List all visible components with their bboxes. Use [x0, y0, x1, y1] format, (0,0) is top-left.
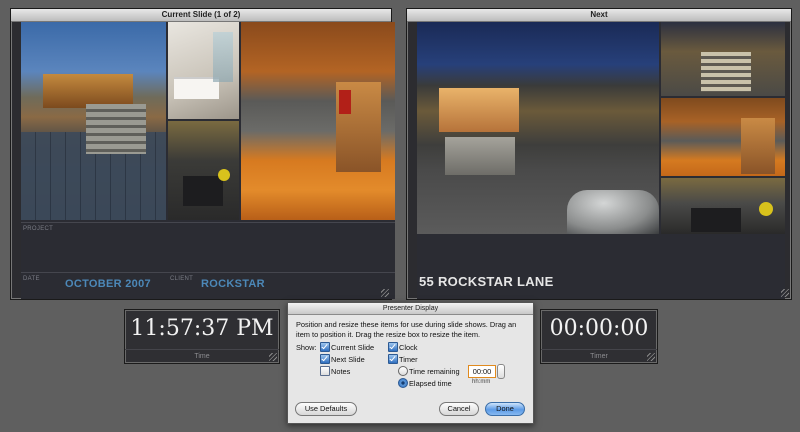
clock-option-label[interactable]: Clock: [399, 343, 417, 352]
clock-label: Time: [125, 349, 279, 363]
time-format-hint: hh:mm: [472, 379, 491, 385]
time-remaining-radio[interactable]: [398, 366, 408, 376]
time-remaining-label[interactable]: Time remaining: [409, 367, 460, 376]
elapsed-time-label[interactable]: Elapsed time: [409, 379, 452, 388]
clock-checkbox[interactable]: [388, 342, 398, 352]
house-exterior-photo: [21, 22, 166, 220]
timer-time: 00:00:00: [549, 316, 649, 341]
notes-option-label[interactable]: Notes: [331, 367, 350, 376]
timer-label: Timer: [541, 349, 657, 363]
next-slide-panel[interactable]: Next 55 ROCKSTAR LANE: [406, 8, 792, 300]
stairway-interior-photo: [661, 98, 785, 176]
next-slide-caption: 55 ROCKSTAR LANE: [419, 274, 554, 289]
show-label: Show:: [296, 343, 317, 352]
bedroom-photo: [168, 22, 239, 119]
cancel-button[interactable]: Cancel: [439, 402, 479, 416]
stairway-exterior-photo: [661, 22, 785, 96]
done-button[interactable]: Done: [485, 402, 525, 416]
timer-widget[interactable]: 00:00:00 Timer: [540, 309, 658, 364]
client-label: CLIENT: [170, 276, 194, 282]
next-slide-canvas: 55 ROCKSTAR LANE: [417, 22, 785, 299]
date-value: OCTOBER 2007: [65, 278, 151, 290]
current-slide-option-label[interactable]: Current Slide: [331, 343, 374, 352]
house-night-photo: [417, 22, 659, 234]
clock-time: 11:57:37 PM: [130, 316, 274, 341]
project-label: PROJECT: [23, 226, 54, 232]
next-slide-option-label[interactable]: Next Slide: [331, 355, 365, 364]
resize-handle[interactable]: [269, 353, 277, 361]
current-slide-title: Current Slide (1 of 2): [11, 9, 391, 22]
current-slide-canvas: PROJECT DATE OCTOBER 2007 CLIENT ROCKSTA…: [21, 22, 395, 299]
clock-widget[interactable]: 11:57:37 PM Time: [124, 309, 280, 364]
living-room-photo: [661, 178, 785, 234]
dialog-title: Presenter Display: [288, 303, 533, 315]
time-stepper[interactable]: [497, 364, 505, 379]
next-slide-title: Next: [407, 9, 791, 22]
timer-option-label[interactable]: Timer: [399, 355, 418, 364]
divider-line: [21, 222, 395, 223]
current-slide-checkbox[interactable]: [320, 342, 330, 352]
use-defaults-button[interactable]: Use Defaults: [295, 402, 357, 416]
timer-checkbox[interactable]: [388, 354, 398, 364]
current-slide-panel[interactable]: Current Slide (1 of 2) PROJECT DATE OCTO…: [10, 8, 395, 300]
elapsed-time-radio[interactable]: [398, 378, 408, 388]
date-label: DATE: [23, 276, 40, 282]
dialog-description: Position and resize these items for use …: [296, 320, 517, 339]
living-room-photo: [168, 121, 239, 220]
notes-checkbox[interactable]: [320, 366, 330, 376]
resize-handle[interactable]: [781, 289, 789, 297]
time-remaining-input[interactable]: 00:00: [468, 365, 496, 378]
divider-line: [21, 272, 395, 273]
next-slide-checkbox[interactable]: [320, 354, 330, 364]
resize-handle[interactable]: [381, 289, 389, 297]
client-value: ROCKSTAR: [201, 278, 265, 290]
stairway-interior-photo: [241, 22, 395, 220]
resize-handle[interactable]: [647, 353, 655, 361]
